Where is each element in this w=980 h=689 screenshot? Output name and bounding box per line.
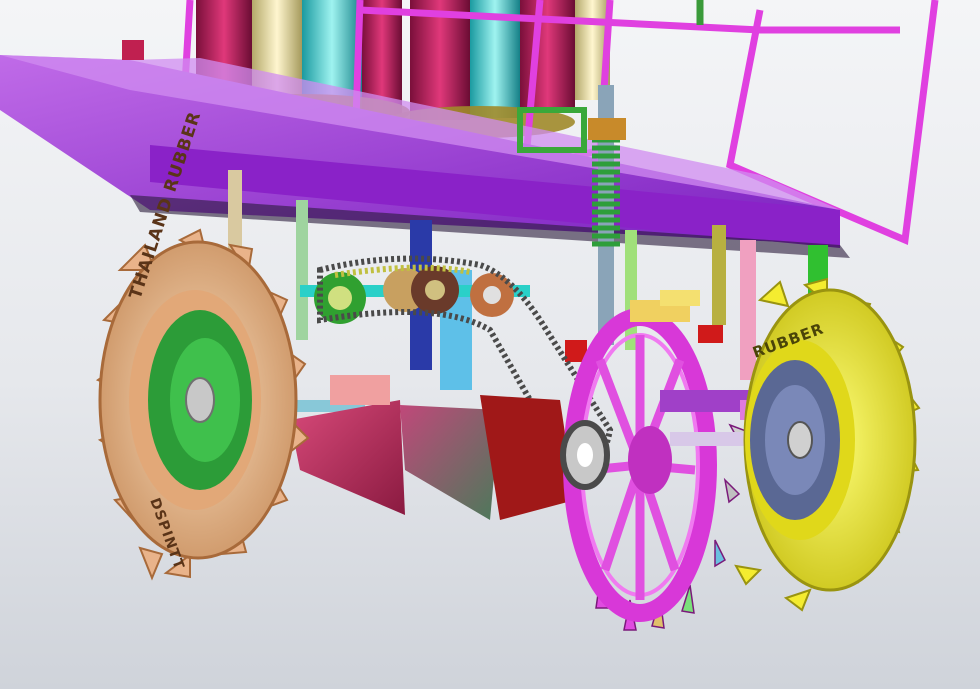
spike-press-wheel — [560, 308, 748, 631]
cad-viewport[interactable]: THAILAND RUBBER DSPINTT RUBBER — [0, 0, 980, 689]
furrow-openers — [290, 375, 575, 520]
cad-model-render: THAILAND RUBBER DSPINTT RUBBER — [0, 0, 939, 631]
right-drive-wheel: RUBBER — [734, 277, 921, 612]
